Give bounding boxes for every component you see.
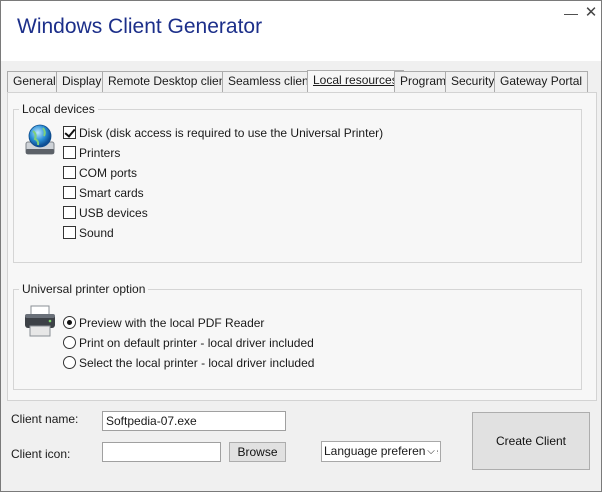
client-name-label: Client name: <box>11 412 79 426</box>
disk-checkbox[interactable] <box>63 126 76 140</box>
tab-program[interactable]: Program <box>394 71 453 93</box>
preview-pdf-radio-row[interactable]: Preview with the local PDF Reader <box>63 315 264 331</box>
select-printer-radio[interactable] <box>63 356 76 370</box>
create-client-button[interactable]: Create Client <box>472 412 590 470</box>
sound-checkbox-row[interactable]: Sound <box>63 225 114 241</box>
close-button[interactable]: ✕ <box>583 5 599 21</box>
smart-cards-label: Smart cards <box>79 186 144 200</box>
default-printer-radio[interactable] <box>63 336 76 350</box>
tab-general[interactable]: General <box>7 71 62 93</box>
globe-drive-icon <box>25 124 55 155</box>
smart-cards-checkbox-row[interactable]: Smart cards <box>63 185 144 201</box>
sound-label: Sound <box>79 226 114 240</box>
com-ports-checkbox-row[interactable]: COM ports <box>63 165 137 181</box>
browse-button[interactable]: Browse <box>229 442 286 462</box>
minimize-button[interactable]: — <box>563 5 579 21</box>
app-window: Windows Client Generator — ✕ General Dis… <box>0 0 602 492</box>
usb-devices-label: USB devices <box>79 206 148 220</box>
preview-pdf-label: Preview with the local PDF Reader <box>79 316 265 330</box>
local-devices-legend: Local devices <box>19 102 98 116</box>
tab-label: Display <box>62 74 102 88</box>
preview-pdf-radio[interactable] <box>63 316 76 330</box>
chevron-down-icon: ⌵ <box>425 442 437 461</box>
disk-label: Disk (disk access is required to use the… <box>79 126 384 140</box>
usb-devices-checkbox-row[interactable]: USB devices <box>63 205 148 221</box>
local-devices-group: Local devices Disk (disk access is requi… <box>13 102 582 263</box>
tab-seamless-client[interactable]: Seamless client <box>222 71 319 93</box>
language-select-value: Language preference <box>324 444 439 458</box>
printers-checkbox[interactable] <box>63 146 76 160</box>
tab-label: Program <box>400 74 447 88</box>
tab-label: General <box>13 74 56 88</box>
language-select[interactable]: Language preference ⌵ <box>321 441 441 462</box>
default-printer-radio-row[interactable]: Print on default printer - local driver … <box>63 335 314 351</box>
tab-label: Seamless client <box>228 74 313 88</box>
client-icon-label: Client icon: <box>11 447 71 461</box>
printer-option-group: Universal printer option Preview with th… <box>13 282 582 390</box>
client-icon-input[interactable] <box>102 442 221 462</box>
local-resources-panel: Local devices Disk (disk access is requi… <box>7 92 597 401</box>
select-printer-label: Select the local printer - local driver … <box>79 356 315 370</box>
tab-gateway-portal[interactable]: Gateway Portal <box>494 71 589 93</box>
sound-checkbox[interactable] <box>63 226 76 240</box>
select-printer-radio-row[interactable]: Select the local printer - local driver … <box>63 355 314 371</box>
usb-devices-checkbox[interactable] <box>63 206 76 220</box>
tab-remote-desktop-client[interactable]: Remote Desktop client <box>102 71 235 93</box>
tab-label: Local resources <box>313 73 398 87</box>
title-bar: Windows Client Generator — ✕ <box>1 1 601 61</box>
tab-label: Security <box>451 74 495 88</box>
com-ports-label: COM ports <box>79 166 138 180</box>
printer-icon <box>25 305 55 337</box>
tab-label: Gateway Portal <box>500 74 583 88</box>
com-ports-checkbox[interactable] <box>63 166 76 180</box>
printers-label: Printers <box>79 146 121 160</box>
default-printer-label: Print on default printer - local driver … <box>79 336 314 350</box>
printers-checkbox-row[interactable]: Printers <box>63 145 120 161</box>
tab-local-resources[interactable]: Local resources <box>307 70 404 94</box>
tab-label: Remote Desktop client <box>108 74 229 88</box>
tab-security[interactable]: Security <box>445 71 501 93</box>
tab-display[interactable]: Display <box>56 71 108 93</box>
printer-option-legend: Universal printer option <box>19 282 149 296</box>
window-title: Windows Client Generator <box>17 15 263 38</box>
client-name-input[interactable] <box>102 411 286 431</box>
disk-checkbox-row[interactable]: Disk (disk access is required to use the… <box>63 125 383 141</box>
smart-cards-checkbox[interactable] <box>63 186 76 200</box>
